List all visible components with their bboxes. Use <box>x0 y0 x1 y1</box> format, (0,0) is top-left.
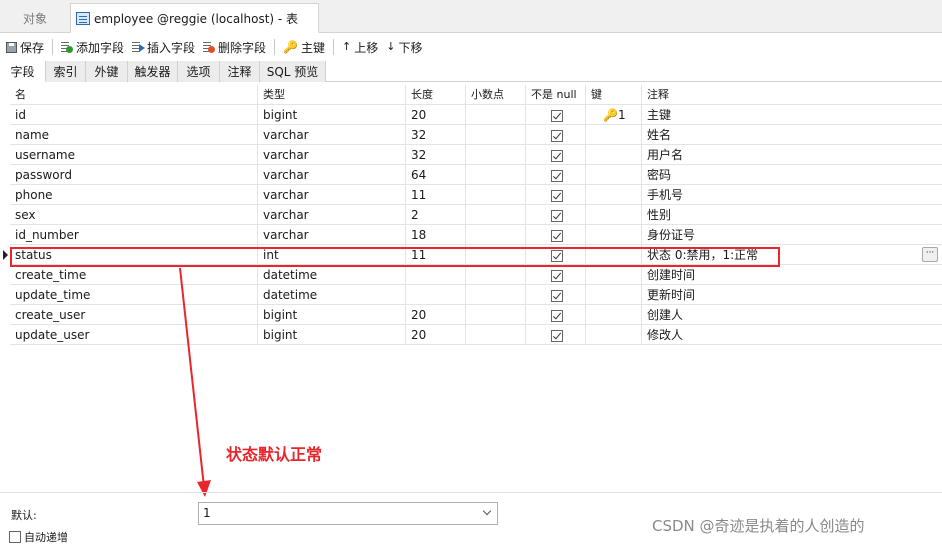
auto-increment-checkbox[interactable] <box>9 531 21 543</box>
chevron-down-icon <box>482 506 492 516</box>
watermark: CSDN @奇迹是执着的人创造的 <box>652 517 865 535</box>
properties-divider <box>0 492 942 493</box>
annotation-arrow <box>179 267 211 497</box>
auto-increment-option[interactable]: 自动递增 <box>9 529 68 545</box>
default-label: 默认: <box>11 509 37 522</box>
annotation-text: 状态默认正常 <box>226 445 323 464</box>
default-value: 1 <box>203 506 211 520</box>
auto-increment-label: 自动递增 <box>24 531 68 544</box>
arrow-line <box>179 267 205 488</box>
default-value-select[interactable]: 1 <box>198 502 498 525</box>
arrow-head <box>197 480 211 497</box>
